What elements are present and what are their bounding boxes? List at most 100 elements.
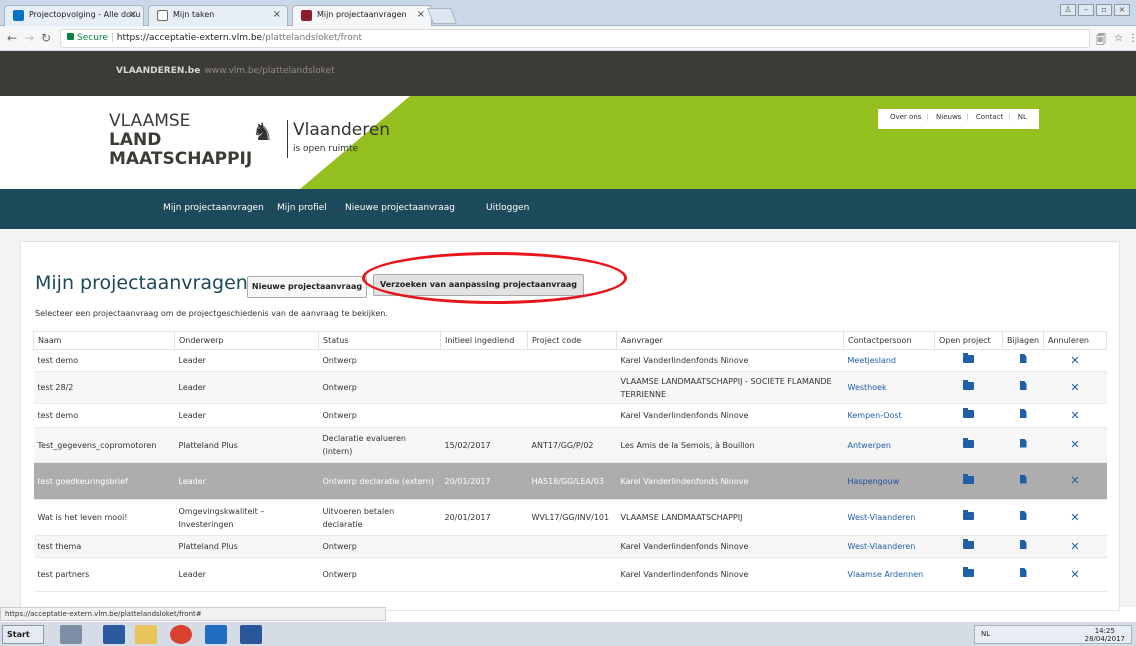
table-row[interactable]: test demo Leader Ontwerp Karel Vanderlin… <box>33 403 1107 428</box>
cell-contact[interactable]: Westhoek <box>843 371 935 404</box>
cancel-icon[interactable]: ✕ <box>1070 540 1079 553</box>
close-window-icon[interactable]: × <box>1114 4 1130 16</box>
cell-contact[interactable]: West-Vlaanderen <box>843 499 935 536</box>
minimize-icon[interactable]: – <box>1078 4 1094 16</box>
nav-mijn-projectaanvragen[interactable]: Mijn projectaanvragen <box>163 203 264 213</box>
cancel-icon[interactable]: ✕ <box>1070 354 1079 367</box>
document-icon[interactable] <box>1019 409 1027 418</box>
folder-icon[interactable] <box>963 510 974 520</box>
tab-projectopvolging[interactable]: Projectopvolging - Alle docu × <box>4 5 144 26</box>
document-icon[interactable] <box>1019 438 1027 448</box>
explorer-icon[interactable] <box>135 625 157 644</box>
table-row[interactable]: Test_gegevens_copromotoren Platteland Pl… <box>33 427 1107 463</box>
link-contact[interactable]: Contact <box>976 113 1003 121</box>
clock-time: 14:25 <box>1094 627 1115 635</box>
document-icon[interactable] <box>1019 511 1027 520</box>
col-status[interactable]: Status <box>318 331 441 350</box>
projects-table: Naam Onderwerp Status Initieel ingediend… <box>33 331 1107 592</box>
close-icon[interactable]: × <box>129 9 137 20</box>
url-input[interactable]: Secure | https://acceptatie-extern.vlm.b… <box>60 29 1090 48</box>
cell-ingediend <box>440 349 528 372</box>
folder-icon[interactable] <box>963 380 974 390</box>
col-contact[interactable]: Contactpersoon <box>843 331 935 350</box>
url-host: https://acceptatie-extern.vlm.be <box>116 33 263 43</box>
document-icon[interactable] <box>1019 474 1027 484</box>
col-naam[interactable]: Naam <box>33 331 175 350</box>
table-row[interactable]: Wat is het leven mooi! Omgevingskwalitei… <box>33 499 1107 536</box>
cell-code <box>527 349 617 372</box>
cell-contact[interactable]: Haspengouw <box>843 462 935 500</box>
network-icon[interactable] <box>60 625 82 644</box>
language-indicator[interactable]: NL <box>981 630 990 638</box>
document-icon[interactable] <box>1019 354 1027 363</box>
cancel-icon[interactable]: ✕ <box>1070 438 1079 451</box>
folder-icon[interactable] <box>963 473 974 484</box>
vlm-logo[interactable]: VLAAMSE LAND MAATSCHAPPIJ <box>109 112 252 169</box>
document-icon[interactable] <box>1019 540 1027 549</box>
new-request-button[interactable]: Nieuwe projectaanvraag <box>247 276 367 298</box>
restore-icon[interactable]: ▫ <box>1096 4 1112 16</box>
col-annuleren[interactable]: Annuleren <box>1043 331 1107 350</box>
table-row-selected[interactable]: test goedkeuringsbrief Leader Ontwerp de… <box>33 462 1107 500</box>
cell-contact[interactable]: West-Vlaanderen <box>843 535 935 558</box>
cancel-icon[interactable]: ✕ <box>1070 511 1079 524</box>
col-aanvrager[interactable]: Aanvrager <box>616 331 844 350</box>
cancel-icon[interactable]: ✕ <box>1070 568 1079 581</box>
cell-status: Ontwerp declaratie (extern) <box>318 462 441 500</box>
forward-icon[interactable]: → <box>24 31 34 45</box>
folder-icon[interactable] <box>963 567 974 577</box>
col-bijlagen[interactable]: Bijlagen <box>1002 331 1044 350</box>
folder-icon[interactable] <box>963 437 974 448</box>
cell-contact[interactable]: Antwerpen <box>843 427 935 463</box>
col-code[interactable]: Project code <box>527 331 617 350</box>
link-language[interactable]: NL <box>1018 113 1027 121</box>
vlaanderen-brand[interactable]: VLAANDEREN.be www.vlm.be/plattelandsloket <box>116 66 335 76</box>
user-icon[interactable]: ♙ <box>1060 4 1076 16</box>
link-nieuws[interactable]: Nieuws <box>936 113 961 121</box>
tab-mijn-taken[interactable]: Mijn taken × <box>148 5 288 26</box>
cancel-icon[interactable]: ✕ <box>1070 474 1079 487</box>
new-tab-button[interactable] <box>427 8 457 24</box>
cell-status: Ontwerp <box>318 557 441 592</box>
reload-icon[interactable]: ↻ <box>41 31 51 45</box>
vlaanderen-tagline: is open ruimte <box>293 144 359 154</box>
lion-icon: ♞ <box>252 118 274 146</box>
chrome-icon[interactable] <box>170 625 192 644</box>
folder-icon[interactable] <box>963 408 974 418</box>
folder-icon[interactable] <box>963 539 974 549</box>
col-onderwerp[interactable]: Onderwerp <box>174 331 319 350</box>
tab-mijn-projectaanvragen[interactable]: Mijn projectaanvragen × <box>292 5 432 26</box>
table-row[interactable]: test partners Leader Ontwerp Karel Vande… <box>33 557 1107 592</box>
table-row[interactable]: test thema Platteland Plus Ontwerp Karel… <box>33 535 1107 558</box>
menu-icon[interactable]: ⋮ <box>1128 33 1136 44</box>
clock[interactable]: 14:25 28/04/2017 <box>1085 627 1125 643</box>
nav-mijn-profiel[interactable]: Mijn profiel <box>277 203 327 213</box>
col-open[interactable]: Open project <box>934 331 1003 350</box>
cell-aanvrager: VLAAMSE LANDMAATSCHAPPIJ <box>616 499 844 536</box>
cell-contact[interactable]: Kempen-Oost <box>843 403 935 428</box>
start-button[interactable]: Start <box>2 625 44 644</box>
cell-contact[interactable]: Vlaamse Ardennen <box>843 557 935 592</box>
vlaanderen-logo: Vlaanderen <box>293 120 391 140</box>
col-ingediend[interactable]: Initieel ingediend <box>440 331 528 350</box>
close-icon[interactable]: × <box>417 9 425 20</box>
folder-icon[interactable] <box>963 353 974 363</box>
back-icon[interactable]: ← <box>7 31 17 45</box>
system-tray: NL 14:25 28/04/2017 <box>974 625 1132 644</box>
word-icon[interactable] <box>240 625 262 644</box>
outlook-icon[interactable] <box>205 625 227 644</box>
cancel-icon[interactable]: ✕ <box>1070 409 1079 422</box>
close-icon[interactable]: × <box>273 9 281 20</box>
nav-uitloggen[interactable]: Uitloggen <box>486 203 529 213</box>
nav-nieuwe-projectaanvraag[interactable]: Nieuwe projectaanvraag <box>345 203 455 213</box>
document-icon[interactable] <box>1019 568 1027 577</box>
document-icon[interactable] <box>1019 381 1027 390</box>
translate-icon[interactable]: 🗐 <box>1096 33 1106 50</box>
powershell-icon[interactable] <box>103 625 125 644</box>
link-over-ons[interactable]: Over ons <box>890 113 921 121</box>
cancel-icon[interactable]: ✕ <box>1070 381 1079 394</box>
table-row[interactable]: test 28/2 Leader Ontwerp VLAAMSE LANDMAA… <box>33 371 1107 404</box>
star-icon[interactable]: ☆ <box>1114 33 1123 44</box>
cell-contact[interactable]: Meetjesland <box>843 349 935 372</box>
table-row[interactable]: test demo Leader Ontwerp Karel Vanderlin… <box>33 349 1107 372</box>
